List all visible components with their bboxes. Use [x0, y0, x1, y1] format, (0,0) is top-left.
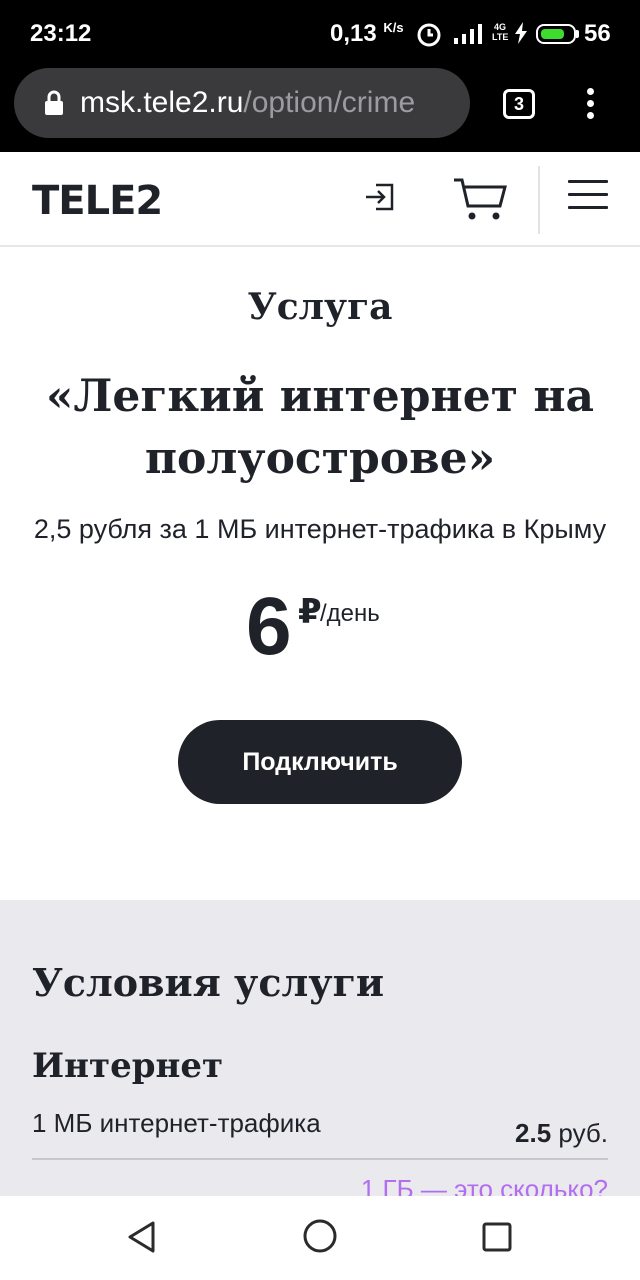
battery-icon — [536, 24, 576, 44]
url-host: msk.tele2.ru — [80, 86, 244, 119]
condition-price: 2.5 — [515, 1118, 552, 1148]
service-description: 2,5 рубля за 1 МБ интернет-трафика в Кры… — [33, 514, 607, 544]
browser-toolbar: msk.tele2.ru/option/crime 3 — [0, 68, 640, 152]
network-speed: 0,13 K/s — [330, 20, 404, 48]
status-bar: 23:12 0,13 K/s 4G LTE 56 — [0, 0, 640, 68]
price-period: /день — [320, 600, 380, 627]
system-nav-bar — [0, 1196, 640, 1280]
service-conditions: Условия услуги Интернет 1 МБ интернет-тр… — [0, 900, 640, 1204]
price-block: 6 ₽ /день — [246, 581, 380, 682]
charging-icon — [515, 22, 527, 44]
connect-button[interactable]: Подключить — [178, 720, 462, 804]
battery-tip — [576, 30, 579, 38]
url-bar[interactable]: msk.tele2.ru/option/crime — [14, 68, 470, 138]
tele2-logo[interactable]: TELE2 — [32, 178, 163, 224]
service-label: Услуга — [247, 286, 393, 328]
login-icon[interactable] — [362, 180, 396, 214]
url-path: /option/crime — [243, 86, 416, 119]
url-text: msk.tele2.ru/option/crime — [80, 86, 415, 120]
internet-section-title: Интернет — [32, 1046, 224, 1086]
condition-unit: руб. — [558, 1118, 608, 1148]
back-icon[interactable] — [126, 1220, 158, 1254]
lock-icon — [45, 90, 63, 115]
alarm-icon — [417, 23, 441, 47]
recent-apps-icon[interactable] — [482, 1222, 512, 1252]
home-icon[interactable] — [302, 1218, 338, 1254]
battery-fill — [541, 29, 564, 39]
site-header: TELE2 — [0, 152, 640, 247]
price-value: 6 — [246, 581, 292, 672]
service-title: «Легкий интернет на полуостровe» — [45, 371, 595, 484]
network-speed-value: 0,13 — [330, 20, 377, 47]
conditions-title: Условия услуги — [32, 960, 385, 1005]
menu-icon[interactable] — [568, 180, 608, 219]
network-type-label: 4G LTE — [492, 22, 509, 42]
cart-icon[interactable] — [452, 176, 508, 222]
browser-menu-icon[interactable] — [585, 88, 595, 120]
status-time: 23:12 — [30, 20, 92, 47]
network-speed-unit: K/s — [383, 20, 404, 35]
header-divider — [538, 166, 540, 234]
tab-switcher-button[interactable]: 3 — [503, 89, 535, 119]
signal-icon — [454, 24, 482, 44]
condition-value: 2.5 руб. — [515, 1118, 608, 1149]
price-currency: ₽ — [298, 593, 322, 631]
service-hero: Услуга «Легкий интернет на полуостровe» … — [0, 248, 640, 900]
condition-label: 1 МБ интернет-трафика — [32, 1108, 321, 1138]
battery-level: 56 — [584, 20, 611, 47]
condition-row: 1 МБ интернет-трафика 2.5 руб. — [32, 1106, 608, 1160]
